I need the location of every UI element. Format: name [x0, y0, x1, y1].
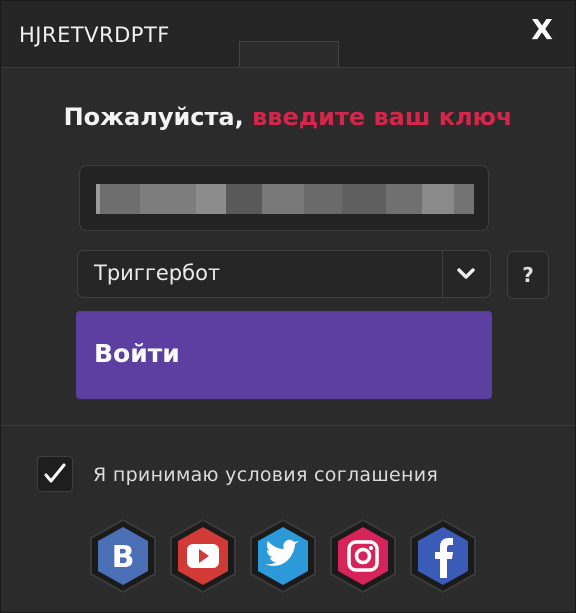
headline: Пожалуйста, введите ваш ключ [1, 103, 575, 131]
key-input[interactable] [79, 165, 489, 231]
login-button[interactable]: Войти [76, 311, 492, 399]
twitter-icon[interactable] [247, 516, 319, 596]
terms-label[interactable]: Я принимаю условия соглашения [93, 464, 438, 486]
window-title: HJRETVRDPTF [19, 23, 170, 47]
terms-checkbox[interactable] [37, 456, 73, 492]
facebook-icon[interactable] [407, 516, 479, 596]
check-icon [44, 463, 66, 483]
login-button-label: Войти [94, 339, 180, 368]
blurred-key-value [96, 184, 474, 214]
chevron-down-icon[interactable] [442, 251, 490, 297]
mode-select[interactable]: Триггербот [77, 250, 491, 298]
login-window: HJRETVRDPTF X Пожалуйста, введите ваш кл… [0, 0, 576, 613]
title-bar[interactable]: HJRETVRDPTF X [1, 1, 575, 68]
svg-text:B: B [112, 540, 135, 575]
vk-icon[interactable]: B [87, 516, 159, 596]
instagram-icon[interactable] [327, 516, 399, 596]
title-tab [239, 41, 339, 67]
divider [1, 425, 575, 426]
close-button[interactable]: X [527, 15, 557, 45]
social-links: B [87, 516, 487, 596]
headline-enter-key: введите ваш ключ [252, 103, 513, 131]
youtube-icon[interactable] [167, 516, 239, 596]
mode-select-value: Триггербот [94, 261, 221, 285]
headline-please: Пожалуйста, [63, 103, 253, 131]
help-button[interactable]: ? [507, 251, 549, 299]
